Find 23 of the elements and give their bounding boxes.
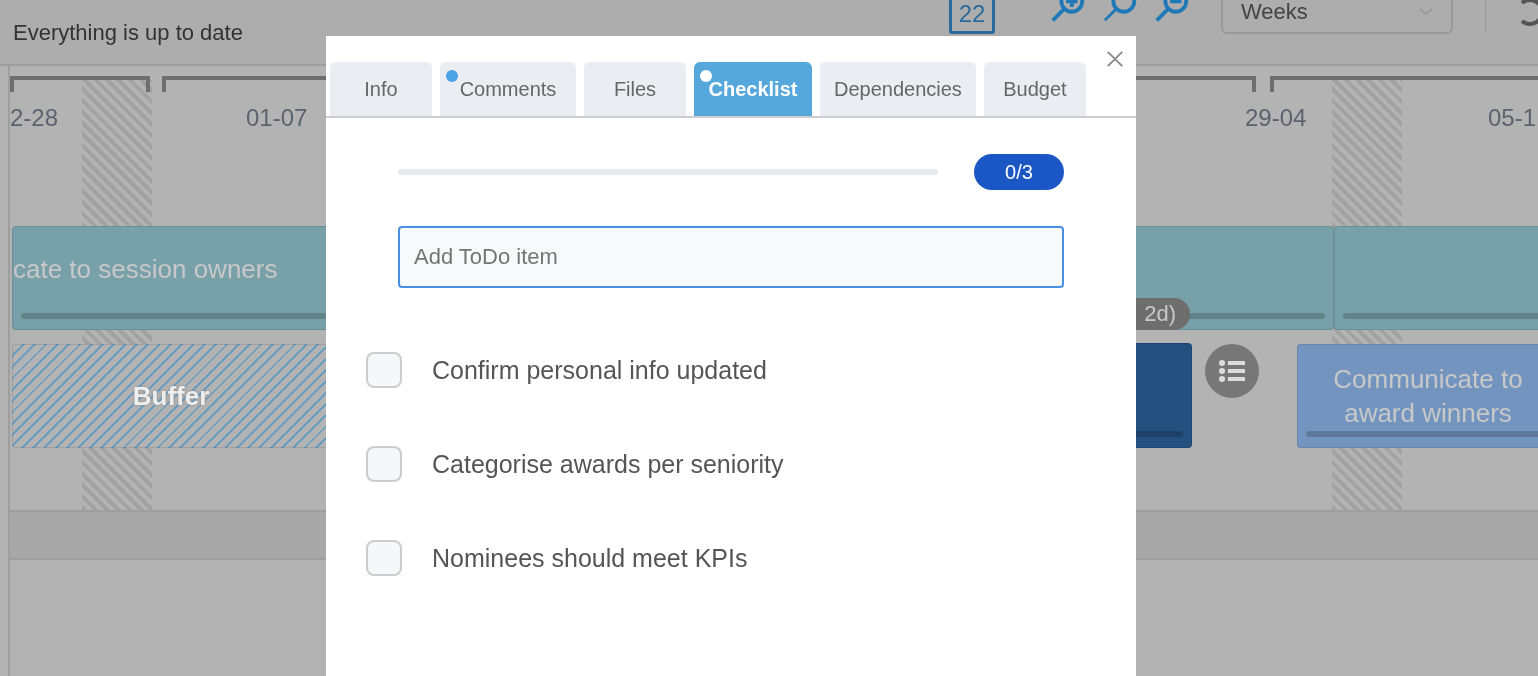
checkbox[interactable]	[366, 352, 402, 388]
list-icon[interactable]	[1205, 344, 1259, 398]
date-label: 01-07	[246, 104, 308, 132]
todo-input[interactable]: Add ToDo item	[398, 226, 1064, 288]
tab[interactable]: Checklist	[694, 62, 812, 116]
tab[interactable]: Info	[330, 62, 432, 116]
task-bar[interactable]	[1334, 226, 1538, 330]
tab[interactable]: Comments	[440, 62, 576, 116]
status-text: Everything is up to date	[12, 19, 243, 46]
progress-count: 0/3	[974, 154, 1064, 190]
date-label: 05-1	[1488, 104, 1537, 132]
close-icon[interactable]	[1106, 50, 1124, 68]
date-label: 2-28	[10, 104, 59, 132]
zoom-select[interactable]: Weeks	[1221, 0, 1453, 34]
checkbox[interactable]	[366, 540, 402, 576]
checkbox[interactable]	[366, 446, 402, 482]
tab[interactable]: Dependencies	[820, 62, 976, 116]
date-label: 29-04	[1245, 104, 1307, 132]
tab[interactable]: Budget	[983, 62, 1086, 116]
checklist-item: Categorise awards per seniority	[432, 449, 784, 479]
checklist-item: Confirm personal info updated	[432, 355, 767, 385]
tab[interactable]: Files	[584, 62, 686, 116]
checklist-item: Nominees should meet KPIs	[432, 543, 748, 573]
